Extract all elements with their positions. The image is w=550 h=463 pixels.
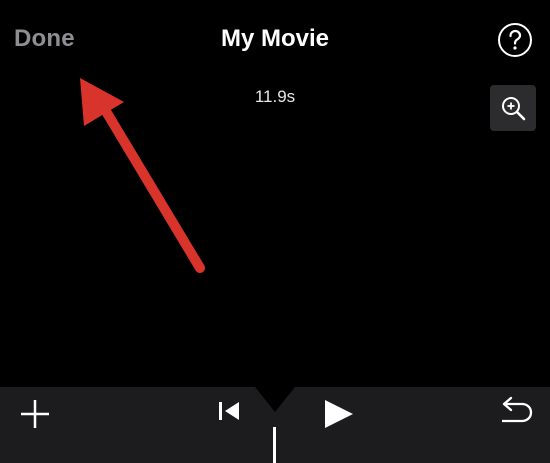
plus-icon bbox=[21, 400, 49, 428]
imovie-project-screen: Done My Movie 11.9s bbox=[0, 0, 550, 463]
help-button[interactable] bbox=[497, 22, 533, 58]
skip-to-start-button[interactable] bbox=[215, 397, 243, 425]
project-title: My Movie bbox=[220, 25, 330, 52]
play-button[interactable] bbox=[320, 395, 358, 433]
skip-to-start-icon bbox=[219, 402, 239, 420]
playhead-marker bbox=[255, 387, 295, 412]
zoom-in-icon bbox=[502, 97, 526, 121]
undo-button[interactable] bbox=[496, 395, 534, 429]
undo-icon bbox=[502, 396, 533, 423]
zoom-button[interactable] bbox=[490, 85, 536, 131]
playhead-line[interactable] bbox=[273, 427, 276, 463]
add-media-button[interactable] bbox=[18, 397, 52, 431]
timeline-duration: 11.9s bbox=[254, 87, 296, 106]
play-icon bbox=[325, 400, 353, 428]
question-mark-circle-icon bbox=[498, 23, 532, 57]
